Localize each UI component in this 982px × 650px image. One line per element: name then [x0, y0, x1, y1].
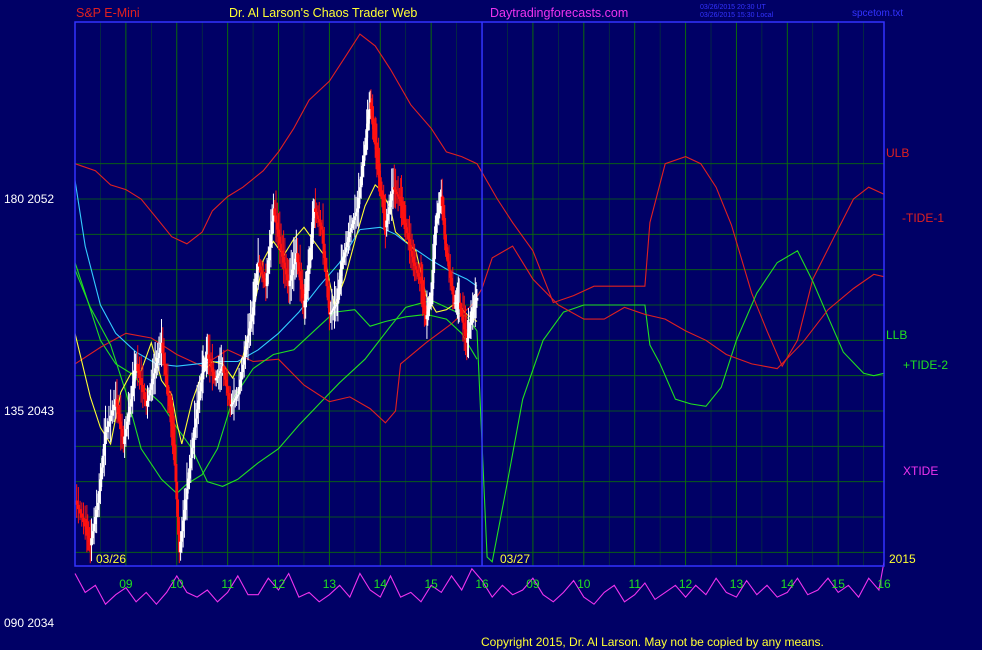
- price-bar-body: [107, 421, 111, 427]
- site-title: Dr. Al Larson's Chaos Trader Web: [229, 6, 417, 20]
- site-url-link[interactable]: Daytradingforecasts.com: [490, 6, 628, 20]
- price-bar-body: [136, 363, 140, 371]
- price-bar-body: [138, 370, 141, 379]
- x-tick-label: 16: [877, 577, 891, 591]
- x-tick-label: 11: [221, 577, 234, 591]
- price-bar-body: [112, 404, 116, 411]
- x-tick-label: 14: [374, 577, 388, 591]
- price-bar-body: [80, 513, 84, 518]
- x-tick-label: 12: [272, 577, 286, 591]
- legend-tide1: -TIDE-1: [902, 211, 944, 225]
- price-bar-body: [139, 378, 143, 386]
- price-bar-body: [82, 517, 85, 523]
- timestamp-ut: 03/26/2015 20:30 UT: [700, 4, 766, 11]
- price-bar-body: [475, 297, 479, 301]
- price-bar-body: [78, 509, 82, 514]
- timestamp-local: 03/26/2015 15:30 Local: [700, 12, 774, 19]
- x-tick-label: 16: [475, 577, 489, 591]
- y-axis-label-2043: 135 2043: [4, 404, 54, 418]
- x-tick-label: 11: [628, 577, 641, 591]
- x-tick-label: 10: [577, 577, 591, 591]
- price-bar-body: [143, 392, 146, 400]
- y-axis-label-2052: 180 2052: [4, 192, 54, 206]
- legend-llb: LLB: [886, 328, 907, 342]
- legend-xtide: XTIDE: [903, 464, 938, 478]
- chaos-trader-chart: S&P E-Mini Dr. Al Larson's Chaos Trader …: [0, 0, 982, 650]
- x-tick-label: 13: [323, 577, 337, 591]
- y-axis-label-2034: 090 2034: [4, 616, 54, 630]
- price-bar-body: [141, 385, 145, 393]
- x-tick-label: 09: [526, 577, 540, 591]
- x-tick-label: 14: [781, 577, 795, 591]
- file-name: spcetom.txt: [852, 8, 903, 19]
- date-label-0326: 03/26: [96, 552, 126, 566]
- x-tick-label: 15: [832, 577, 846, 591]
- price-bar-body: [76, 504, 80, 510]
- x-tick-label: 10: [170, 577, 184, 591]
- copyright-notice: Copyright 2015, Dr. Al Larson. May not b…: [481, 635, 824, 649]
- price-bar-body: [109, 415, 113, 422]
- price-bar-body: [105, 426, 109, 433]
- legend-tide2: +TIDE-2: [903, 358, 948, 372]
- x-tick-label: 13: [730, 577, 744, 591]
- x-tick-label: 12: [679, 577, 693, 591]
- price-bar-body: [104, 432, 107, 444]
- x-tick-label: 15: [424, 577, 438, 591]
- date-label-0327: 03/27: [500, 552, 530, 566]
- instrument-label: S&P E-Mini: [76, 6, 140, 20]
- chart-window: S&P E-Mini Dr. Al Larson's Chaos Trader …: [0, 0, 982, 650]
- year-label: 2015: [889, 552, 916, 566]
- x-tick-label: 09: [119, 577, 133, 591]
- legend-ulb: ULB: [886, 146, 909, 160]
- price-bar-body: [110, 410, 114, 416]
